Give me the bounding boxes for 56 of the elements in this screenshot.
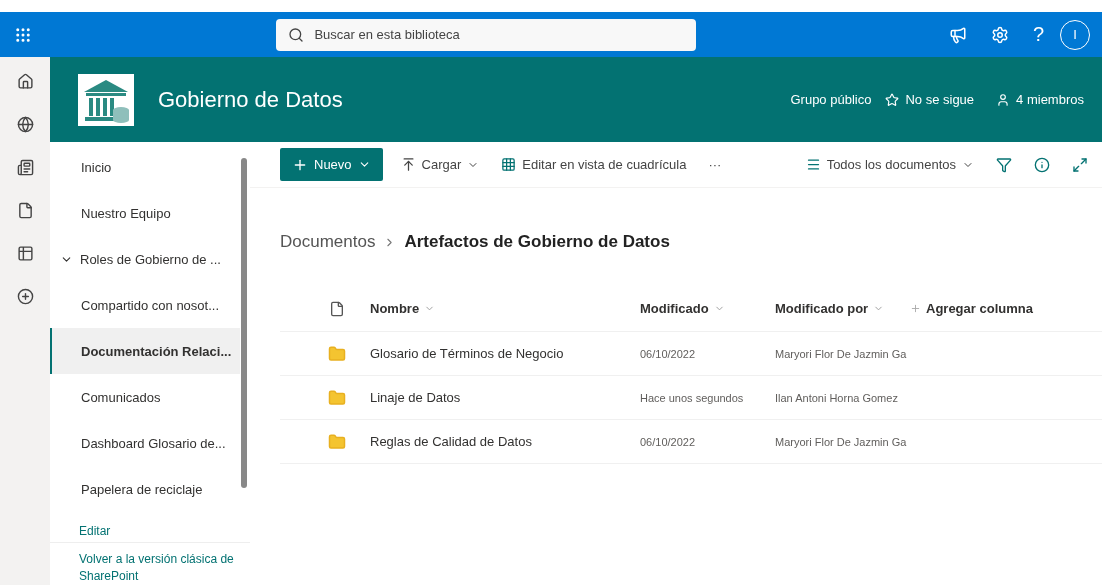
column-header[interactable]: Modificado — [640, 301, 775, 316]
file-type-icon — [329, 300, 345, 317]
building-logo-icon — [78, 73, 134, 126]
star-icon — [885, 92, 900, 107]
site-title: Gobierno de Datos — [158, 86, 343, 113]
modified-by-cell-text: Maryori Flor De Jazmin Ga — [775, 347, 908, 360]
search-icon — [288, 26, 305, 43]
file-name[interactable]: Linaje de Datos — [370, 390, 640, 405]
follow-button[interactable]: No se sigue — [885, 92, 975, 107]
nav-item[interactable]: Dashboard Glosario de... — [50, 420, 240, 466]
modified-by-cell-text: Maryori Flor De Jazmin Ga — [775, 435, 908, 448]
megaphone-icon[interactable] — [948, 25, 967, 44]
grid-edit-button[interactable]: Editar en vista de cuadrícula — [497, 153, 691, 176]
upload-button[interactable]: Cargar — [396, 153, 484, 176]
news-icon[interactable] — [16, 159, 34, 176]
search-field[interactable]: Buscar en esta biblioteca — [276, 18, 697, 51]
nav-item[interactable]: Papelera de reciclaje — [50, 466, 240, 512]
privacy-label: Grupo público — [790, 92, 872, 107]
lines-icon — [805, 157, 821, 172]
modified-cell-text: 06/10/2022 — [640, 347, 697, 360]
folder-icon — [328, 344, 346, 363]
new-button[interactable]: Nuevo — [280, 148, 383, 181]
column-header[interactable]: Nombre — [370, 301, 640, 316]
add-column-button[interactable]: Agregar columna — [910, 301, 1102, 316]
file-icon[interactable] — [16, 202, 34, 219]
settings-icon[interactable] — [990, 25, 1009, 44]
modified-cell-text: 06/10/2022 — [640, 435, 697, 448]
file-name[interactable]: Reglas de Calidad de Datos — [370, 434, 640, 449]
nav-item[interactable]: Documentación Relaci... — [50, 328, 240, 374]
add-icon[interactable] — [16, 288, 34, 305]
nav-item[interactable]: Roles de Gobierno de ... — [50, 236, 240, 282]
view-selector[interactable]: Todos los documentos — [801, 153, 978, 176]
nav-item[interactable]: Inicio — [50, 144, 240, 190]
modified-cell-text: Hace unos segundos — [640, 391, 745, 404]
app-launcher-icon[interactable] — [14, 25, 32, 44]
classic-link[interactable]: Volver a la versión clásica de SharePoint — [50, 542, 250, 585]
nav-item[interactable]: Compartido con nosot... — [50, 282, 240, 328]
modified-by-cell-text: Ilan Antoni Horna Gomez — [775, 391, 899, 404]
help-icon[interactable]: ? — [1032, 23, 1044, 46]
grid-icon — [501, 157, 517, 172]
members-button[interactable]: 4 miembros — [996, 92, 1084, 107]
nav-item[interactable]: Nuestro Equipo — [50, 190, 240, 236]
plus-icon — [910, 303, 921, 314]
person-icon — [996, 92, 1011, 107]
file-name[interactable]: Glosario de Términos de Negocio — [370, 346, 640, 361]
more-button[interactable]: ··· — [704, 153, 726, 176]
column-header[interactable]: Modificado por — [775, 301, 910, 316]
folder-icon — [328, 432, 346, 451]
list-icon[interactable] — [16, 245, 34, 262]
folder-icon — [328, 388, 346, 407]
nav-item[interactable]: Comunicados — [50, 374, 240, 420]
breadcrumb-link[interactable]: Documentos — [280, 232, 376, 252]
edit-link[interactable]: Editar — [79, 524, 250, 539]
globe-icon[interactable] — [16, 116, 34, 133]
home-icon[interactable] — [16, 73, 34, 90]
breadcrumb-current: Artefactos de Gobierno de Datos — [404, 232, 670, 252]
